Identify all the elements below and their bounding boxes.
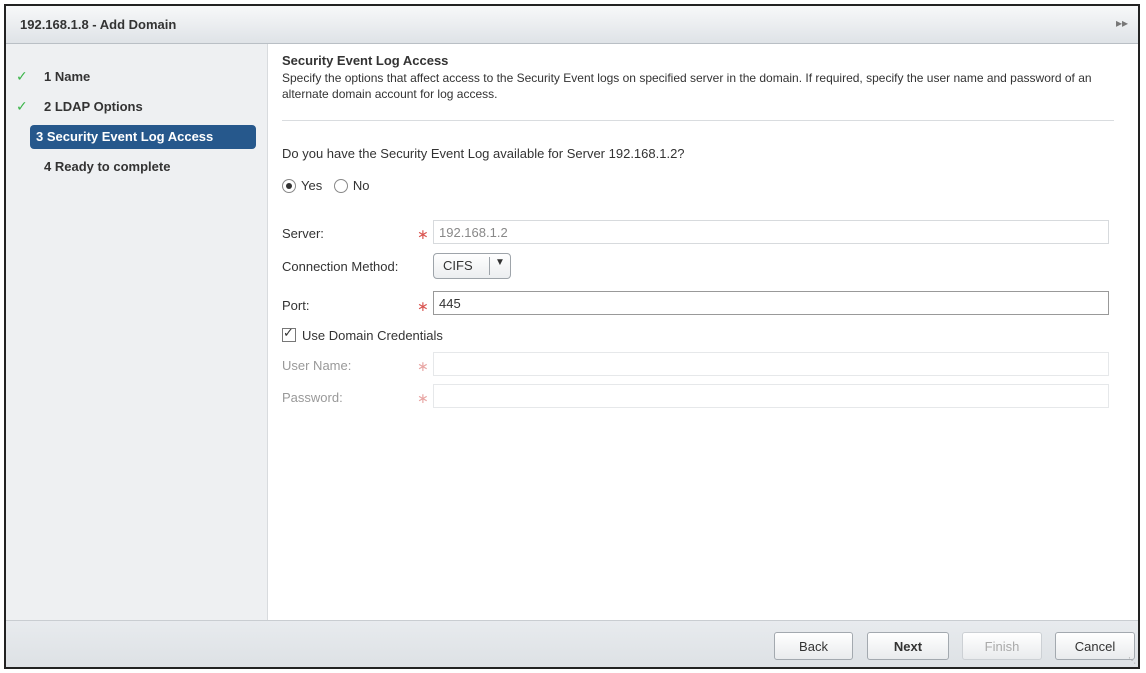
section-title: Security Event Log Access [282,53,449,68]
radio-yes-label: Yes [301,178,323,193]
step-label: 4 Ready to complete [44,159,171,174]
radio-yes[interactable]: Yes [282,178,322,193]
dialog-titlebar: 192.168.1.8 - Add Domain ▸▸ [6,6,1138,44]
use-domain-credentials-checkbox[interactable]: ✓ Use Domain Credentials [282,325,443,343]
connection-method-label: Connection Method: [282,259,399,274]
username-label: User Name: [282,358,352,373]
add-domain-dialog: 192.168.1.8 - Add Domain ▸▸ ✓ 1 Name ✓ 2 L… [4,4,1140,669]
wizard-step-ldap-options[interactable]: ✓ 2 LDAP Options [16,94,143,118]
server-label: Server: [282,226,324,241]
radio-selected-icon [282,178,296,193]
port-label: Port: [282,298,310,313]
log-availability-question: Do you have the Security Event Log avail… [282,146,685,161]
section-description: Specify the options that affect access t… [282,71,1092,101]
wizard-footer: Back Next Finish Cancel ⋱ [6,620,1138,667]
radio-no[interactable]: No [333,178,370,193]
step-label: 2 LDAP Options [44,99,143,114]
required-asterisk-icon: ∗ [417,358,429,374]
step-label: 3 Security Event Log Access [36,129,214,144]
divider [282,120,1114,121]
connection-method-select[interactable]: CIFS ▼ [433,253,511,279]
cancel-button[interactable]: Cancel [1055,632,1135,660]
required-asterisk-icon: ∗ [417,390,429,406]
wizard-steps-sidebar: ✓ 1 Name ✓ 2 LDAP Options 3 Security Event… [6,44,268,620]
step-label: 1 Name [44,69,91,84]
wizard-step-ready-to-complete[interactable]: 4 Ready to complete [44,155,170,179]
radio-unselected-icon [333,178,348,193]
password-label: Password: [282,390,343,405]
wizard-content: Security Event Log Access Specify the op… [268,44,1138,620]
server-field[interactable] [433,220,1109,244]
chevron-down-icon: ▼ [495,257,505,268]
checkbox-checked-icon: ✓ [282,325,296,342]
resize-grip-icon[interactable]: ⋱ [1128,656,1136,665]
back-button[interactable]: Back [774,632,853,660]
double-chevron-right-icon[interactable]: ▸▸ [1116,16,1128,30]
username-field[interactable] [433,352,1109,376]
use-domain-credentials-label: Use Domain Credentials [302,328,443,343]
select-separator [489,257,490,275]
checkmark-icon: ✓ [16,68,28,84]
dialog-title: 192.168.1.8 - Add Domain [20,17,177,32]
required-asterisk-icon: ∗ [417,226,429,242]
log-availability-radio-group: Yes No [282,178,377,198]
wizard-step-security-event-log-access[interactable]: 3 Security Event Log Access [30,125,256,149]
wizard-step-name[interactable]: ✓ 1 Name [16,64,90,88]
connection-method-value: CIFS [443,258,473,273]
required-asterisk-icon: ∗ [417,298,429,314]
finish-button[interactable]: Finish [962,632,1042,660]
port-field[interactable] [433,291,1109,315]
password-field[interactable] [433,384,1109,408]
checkmark-icon: ✓ [16,98,28,114]
radio-no-label: No [352,178,370,193]
next-button[interactable]: Next [867,632,949,660]
